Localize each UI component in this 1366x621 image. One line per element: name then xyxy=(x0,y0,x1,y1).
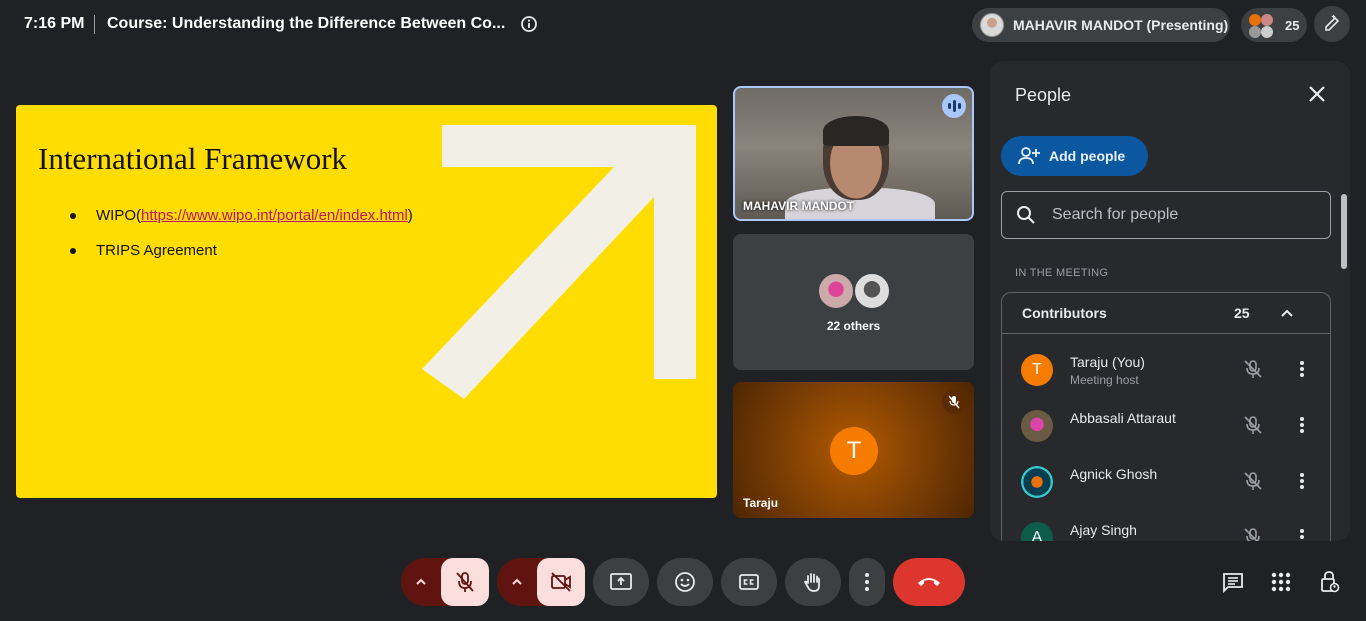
hand-icon xyxy=(803,573,820,592)
chat-button[interactable] xyxy=(1221,570,1245,594)
presenter-avatar xyxy=(980,13,1004,37)
mic-off-icon[interactable] xyxy=(1242,526,1264,541)
others-count-label: 22 others xyxy=(826,319,881,333)
reactions-button[interactable] xyxy=(657,558,713,606)
more-vert-icon xyxy=(865,573,869,591)
contributors-section: Contributors 25 T Taraju (You) Meeting h… xyxy=(1001,292,1331,541)
bullet-text: TRIPS Agreement xyxy=(96,242,217,259)
avatar: T xyxy=(830,427,878,475)
present-screen-button[interactable] xyxy=(593,558,649,606)
participant-name: Agnick Ghosh xyxy=(1070,466,1158,482)
mic-off-icon xyxy=(942,390,966,414)
participant-count: 25 xyxy=(1285,17,1300,33)
camera-off-icon xyxy=(551,572,571,592)
participant-avatars xyxy=(1249,11,1277,39)
participant-row[interactable]: Abbasali Attaraut xyxy=(1002,397,1330,453)
close-icon[interactable] xyxy=(1306,83,1328,105)
camera-control xyxy=(497,558,585,606)
more-options-button[interactable] xyxy=(849,558,885,606)
avatar: T xyxy=(1021,354,1053,386)
section-label: IN THE MEETING xyxy=(1015,267,1109,279)
call-end-icon xyxy=(918,578,940,586)
search-input[interactable] xyxy=(1052,206,1312,224)
participant-name: Taraju (You) xyxy=(1070,354,1145,370)
wipo-link[interactable]: https://www.wipo.int/portal/en/index.htm… xyxy=(141,207,408,224)
search-icon xyxy=(1017,206,1035,224)
more-vert-icon[interactable] xyxy=(1292,358,1312,380)
activities-button[interactable] xyxy=(1269,570,1293,594)
add-person-icon xyxy=(1018,147,1040,165)
participant-name: Abbasali Attaraut xyxy=(1070,410,1176,426)
participant-row[interactable]: T Taraju (You) Meeting host xyxy=(1002,341,1330,397)
camera-toggle-button[interactable] xyxy=(537,558,585,606)
slide-arrow-graphic xyxy=(422,125,696,399)
speaking-indicator-icon xyxy=(942,94,966,118)
more-vert-icon[interactable] xyxy=(1292,470,1312,492)
mic-off-icon[interactable] xyxy=(1242,414,1264,436)
tile-name: MAHAVIR MANDOT xyxy=(743,199,855,213)
panel-scrollbar[interactable] xyxy=(1341,194,1347,269)
participant-row[interactable]: A Ajay Singh xyxy=(1002,509,1330,541)
participants-button[interactable]: 25 xyxy=(1241,8,1307,42)
closed-caption-icon xyxy=(739,574,759,590)
chevron-up-icon xyxy=(512,578,522,585)
clock: 7:16 PM xyxy=(24,15,85,32)
add-people-button[interactable]: Add people xyxy=(1001,136,1148,176)
panel-title: People xyxy=(1015,85,1072,105)
add-people-label: Add people xyxy=(1049,148,1126,164)
participant-row[interactable]: Agnick Ghosh xyxy=(1002,453,1330,509)
apps-grid-icon xyxy=(1271,572,1291,592)
present-to-all-icon xyxy=(610,573,632,590)
self-tile[interactable]: T Taraju xyxy=(733,382,974,518)
participant-name: Ajay Singh xyxy=(1070,522,1137,538)
slide-bullet: TRIPS Agreement xyxy=(70,242,413,259)
participant-role: Meeting host xyxy=(1070,373,1139,387)
contributors-count: 25 xyxy=(1234,305,1250,321)
slide-bullet: WIPO(https://www.wipo.int/portal/en/inde… xyxy=(70,207,413,224)
chevron-up-icon[interactable] xyxy=(1279,305,1295,321)
title-divider xyxy=(94,15,95,34)
host-controls-button[interactable] xyxy=(1317,570,1341,594)
microphone-control xyxy=(401,558,489,606)
info-icon[interactable] xyxy=(520,15,538,33)
slide-bullet-list: WIPO(https://www.wipo.int/portal/en/inde… xyxy=(70,207,413,277)
avatar xyxy=(817,272,855,310)
slide-title: International Framework xyxy=(38,141,348,176)
edit-pen-button[interactable] xyxy=(1314,6,1350,42)
contributors-header[interactable]: Contributors 25 xyxy=(1002,293,1330,334)
speaker-video-tile[interactable]: MAHAVIR MANDOT xyxy=(733,86,974,221)
presenter-label: MAHAVIR MANDOT (Presenting) xyxy=(1013,17,1229,33)
leave-call-button[interactable] xyxy=(893,558,965,606)
contributors-label: Contributors xyxy=(1022,305,1107,321)
bullet-text: WIPO( xyxy=(96,207,141,224)
avatar xyxy=(1021,410,1053,442)
others-tile[interactable]: 22 others xyxy=(733,234,974,370)
tile-name: Taraju xyxy=(743,496,779,510)
edit-pen-icon xyxy=(1325,14,1340,31)
presenter-indicator[interactable]: MAHAVIR MANDOT (Presenting) xyxy=(972,8,1230,42)
emoji-icon xyxy=(675,572,695,592)
mic-off-icon[interactable] xyxy=(1242,358,1264,380)
avatar xyxy=(853,272,891,310)
chevron-up-icon xyxy=(416,578,426,585)
search-field[interactable] xyxy=(1001,191,1331,239)
more-vert-icon[interactable] xyxy=(1292,414,1312,436)
mic-toggle-button[interactable] xyxy=(441,558,489,606)
avatar xyxy=(1021,466,1053,498)
avatar: A xyxy=(1021,522,1053,541)
chat-icon xyxy=(1223,573,1243,594)
mic-off-icon xyxy=(456,572,474,592)
meeting-title: Course: Understanding the Difference Bet… xyxy=(107,15,506,32)
lock-person-icon xyxy=(1321,571,1340,593)
captions-button[interactable] xyxy=(721,558,777,606)
presentation-slide: International Framework WIPO(https://www… xyxy=(16,105,717,498)
people-panel: People Add people IN THE MEETING Contrib… xyxy=(990,61,1350,541)
more-vert-icon[interactable] xyxy=(1292,526,1312,541)
mic-off-icon[interactable] xyxy=(1242,470,1264,492)
bullet-text: ) xyxy=(407,207,413,224)
raise-hand-button[interactable] xyxy=(785,558,841,606)
